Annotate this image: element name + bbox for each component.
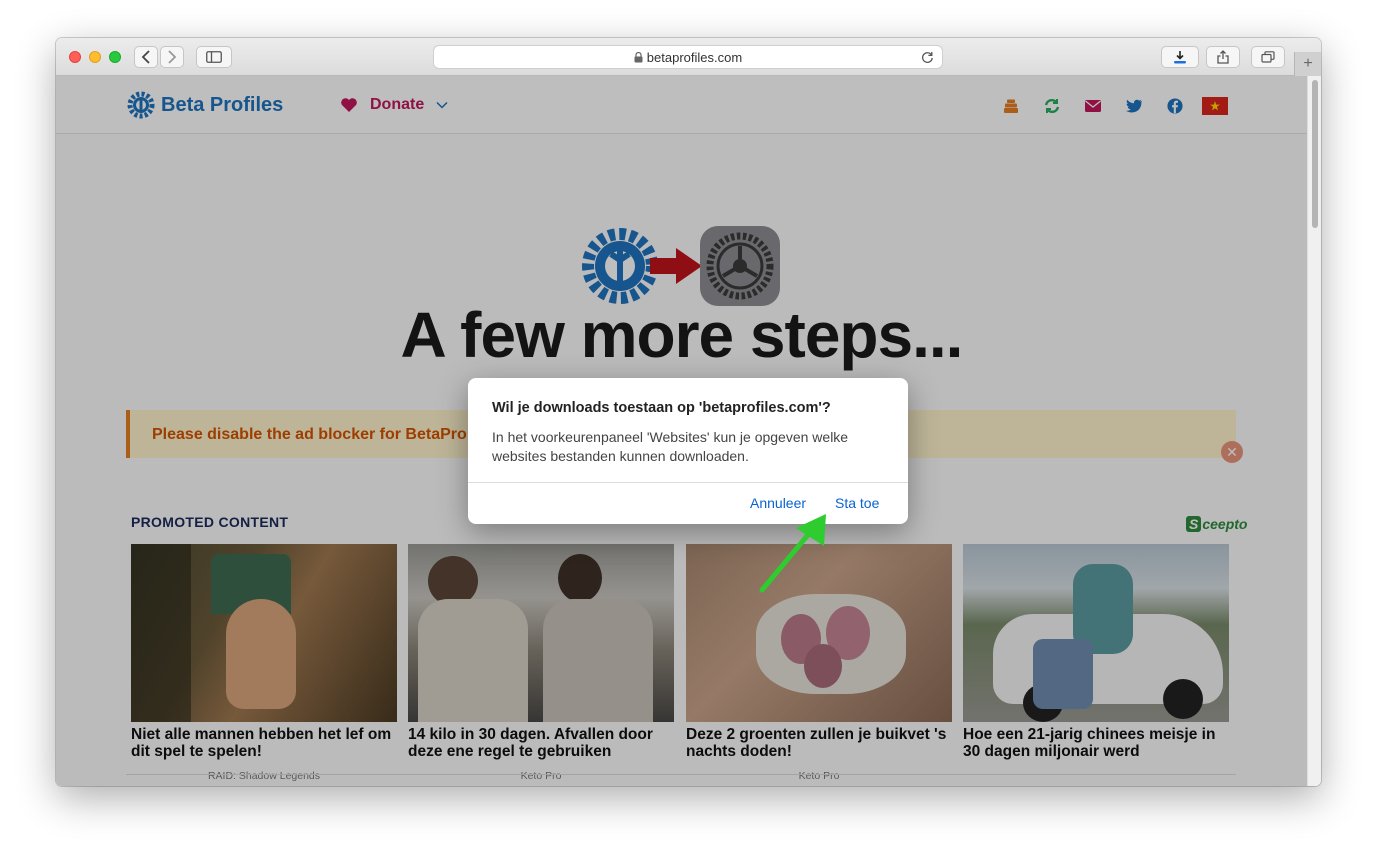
maximize-window-button[interactable]: [109, 51, 121, 63]
lock-icon: [634, 51, 643, 62]
plus-icon: +: [1303, 55, 1313, 72]
page-scrollbar[interactable]: [1307, 76, 1321, 786]
address-text: betaprofiles.com: [646, 49, 743, 65]
browser-window: betaprofiles.com + Beta Profiles Donate …: [56, 38, 1321, 786]
address-bar[interactable]: betaprofiles.com: [433, 45, 943, 69]
tabs-icon: [1261, 51, 1275, 63]
share-button[interactable]: [1206, 46, 1240, 68]
reload-icon[interactable]: [921, 51, 934, 64]
tabs-overview-button[interactable]: [1251, 46, 1285, 68]
dialog-separator: [468, 482, 908, 483]
download-permission-dialog: Wil je downloads toestaan op 'betaprofil…: [468, 378, 908, 524]
sidebar-toggle-button[interactable]: [196, 46, 232, 68]
green-annotation-arrow: [759, 514, 826, 593]
minimize-window-button[interactable]: [89, 51, 101, 63]
cancel-button[interactable]: Annuleer: [750, 495, 806, 511]
dialog-body: In het voorkeurenpaneel 'Websites' kun j…: [492, 429, 849, 464]
allow-button[interactable]: Sta toe: [835, 495, 879, 511]
new-tab-button[interactable]: +: [1294, 52, 1321, 76]
downloads-button[interactable]: [1161, 46, 1199, 68]
forward-button[interactable]: [160, 46, 184, 68]
download-icon: [1174, 51, 1186, 64]
share-icon: [1217, 50, 1229, 64]
chevron-left-icon: [141, 50, 150, 64]
web-page: Beta Profiles Donate A few more steps...…: [56, 76, 1307, 786]
back-button[interactable]: [134, 46, 158, 68]
scrollbar-thumb[interactable]: [1312, 80, 1318, 228]
browser-toolbar: betaprofiles.com: [56, 38, 1321, 76]
chevron-right-icon: [168, 50, 177, 64]
sidebar-icon: [206, 51, 222, 63]
close-window-button[interactable]: [69, 51, 81, 63]
dialog-title: Wil je downloads toestaan op 'betaprofil…: [492, 400, 831, 416]
